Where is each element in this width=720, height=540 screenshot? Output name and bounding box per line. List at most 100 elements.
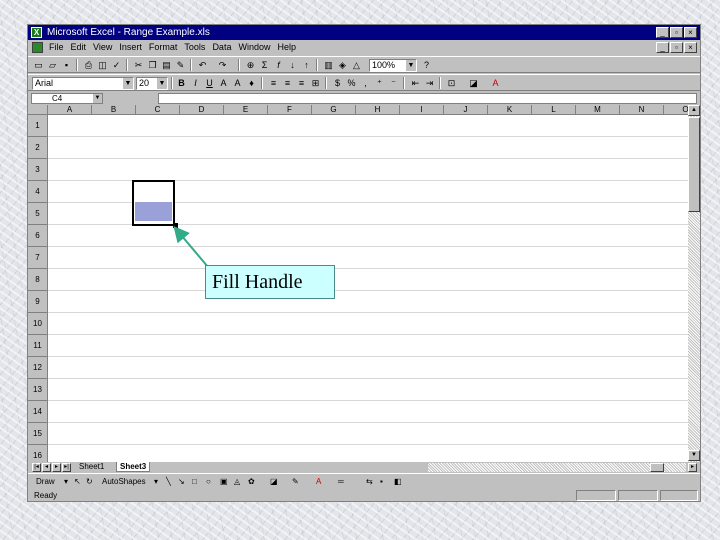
decrease-decimal-icon[interactable]: ⁻: [387, 77, 400, 89]
comma-button[interactable]: ,: [359, 77, 372, 89]
format-style-icon[interactable]: ♦: [245, 77, 258, 89]
menu-insert[interactable]: Insert: [118, 40, 143, 55]
close-button[interactable]: ×: [684, 27, 697, 38]
row-header-10[interactable]: 10: [28, 313, 48, 335]
formula-input[interactable]: [158, 93, 697, 104]
column-header-e[interactable]: E: [224, 105, 268, 115]
paste-function-icon[interactable]: f: [272, 59, 285, 71]
minimize-button[interactable]: _: [656, 27, 669, 38]
row-header-4[interactable]: 4: [28, 181, 48, 203]
row-header-9[interactable]: 9: [28, 291, 48, 313]
first-sheet-icon[interactable]: |◂: [32, 463, 41, 472]
document-icon[interactable]: [32, 42, 43, 53]
menu-file[interactable]: File: [48, 40, 65, 55]
column-header-d[interactable]: D: [180, 105, 224, 115]
align-right-icon[interactable]: ≡: [295, 77, 308, 89]
currency-button[interactable]: $: [331, 77, 344, 89]
column-header-l[interactable]: L: [532, 105, 576, 115]
rectangle-icon[interactable]: □: [192, 476, 197, 488]
drawing-icon[interactable]: △: [350, 59, 363, 71]
column-header-c[interactable]: C: [136, 105, 180, 115]
redo-icon[interactable]: ↷: [216, 59, 229, 71]
menu-data[interactable]: Data: [211, 40, 232, 55]
help-icon[interactable]: ?: [420, 59, 433, 71]
copy-icon[interactable]: ❐: [146, 59, 159, 71]
scroll-up-icon[interactable]: ▲: [688, 105, 700, 116]
shadow-icon[interactable]: ▪: [380, 476, 383, 488]
font-color-icon[interactable]: A: [316, 476, 321, 488]
align-left-icon[interactable]: ≡: [267, 77, 280, 89]
autosum-icon[interactable]: Σ: [258, 59, 271, 71]
merge-center-icon[interactable]: ⊞: [309, 77, 322, 89]
column-header-i[interactable]: I: [400, 105, 444, 115]
vertical-scroll-thumb[interactable]: [688, 117, 700, 212]
menu-help[interactable]: Help: [276, 40, 297, 55]
text-box-icon[interactable]: ▣: [220, 476, 228, 488]
column-header-n[interactable]: N: [620, 105, 664, 115]
free-rotate-icon[interactable]: ↻: [86, 476, 93, 488]
decrease-indent-icon[interactable]: ⇤: [409, 77, 422, 89]
row-header-11[interactable]: 11: [28, 335, 48, 357]
sort-ascending-icon[interactable]: ↓: [286, 59, 299, 71]
font-size-select[interactable]: 20 ▼: [136, 77, 168, 90]
horizontal-scroll-thumb[interactable]: [650, 463, 664, 472]
column-header-k[interactable]: K: [488, 105, 532, 115]
fill-handle[interactable]: [173, 223, 178, 228]
format-painter-icon[interactable]: ✎: [174, 59, 187, 71]
decrease-font-icon[interactable]: A: [231, 77, 244, 89]
wordart-icon[interactable]: ◬: [234, 476, 240, 488]
row-header-3[interactable]: 3: [28, 159, 48, 181]
row-header-6[interactable]: 6: [28, 225, 48, 247]
chevron-down-icon[interactable]: ▼: [406, 60, 416, 71]
doc-minimize-button[interactable]: _: [656, 42, 669, 53]
select-objects-icon[interactable]: ↖: [74, 476, 81, 488]
oval-icon[interactable]: ○: [206, 476, 211, 488]
dash-style-icon[interactable]: ⇆: [366, 476, 373, 488]
tab-sheet3[interactable]: Sheet3: [116, 462, 151, 472]
menu-window[interactable]: Window: [237, 40, 271, 55]
clip-art-icon[interactable]: ✿: [248, 476, 255, 488]
open-folder-icon[interactable]: ▱: [46, 59, 59, 71]
percent-button[interactable]: %: [345, 77, 358, 89]
increase-font-icon[interactable]: A: [217, 77, 230, 89]
row-header-12[interactable]: 12: [28, 357, 48, 379]
worksheet-grid[interactable]: ABCDEFGHIJKLMNO 1 2 3 4 5 6 7 8 9 10 11 12 13 14 15 16 …: [28, 105, 700, 467]
print-icon[interactable]: ⎙: [82, 59, 95, 71]
row-header-2[interactable]: 2: [28, 137, 48, 159]
row-header-8[interactable]: 8: [28, 269, 48, 291]
row-header-13[interactable]: 13: [28, 379, 48, 401]
chevron-down-icon[interactable]: ▼: [93, 94, 102, 103]
fill-color-icon[interactable]: ◪: [467, 77, 480, 89]
name-box[interactable]: C4 ▼: [31, 93, 103, 104]
zoom-select[interactable]: 100% ▼: [369, 59, 417, 72]
spelling-icon[interactable]: ✓: [110, 59, 123, 71]
menu-tools[interactable]: Tools: [183, 40, 206, 55]
column-header-g[interactable]: G: [312, 105, 356, 115]
doc-restore-button[interactable]: ▫: [670, 42, 683, 53]
column-header-m[interactable]: M: [576, 105, 620, 115]
chevron-down-icon[interactable]: ▾: [64, 476, 68, 488]
draw-menu-button[interactable]: Draw: [36, 476, 55, 488]
maximize-button[interactable]: ▫: [670, 27, 683, 38]
scroll-down-icon[interactable]: ▼: [688, 450, 700, 461]
bold-button[interactable]: B: [175, 77, 188, 89]
line-icon[interactable]: ╲: [166, 476, 171, 488]
column-header-b[interactable]: B: [92, 105, 136, 115]
font-select[interactable]: Arial ▼: [32, 77, 134, 90]
hyperlink-icon[interactable]: ⊕: [244, 59, 257, 71]
underline-button[interactable]: U: [203, 77, 216, 89]
chevron-down-icon[interactable]: ▼: [123, 78, 133, 89]
tab-sheet1[interactable]: Sheet1: [76, 462, 107, 472]
menu-format[interactable]: Format: [148, 40, 179, 55]
row-header-15[interactable]: 15: [28, 423, 48, 445]
align-center-icon[interactable]: ≡: [281, 77, 294, 89]
chevron-down-icon[interactable]: ▼: [157, 78, 167, 89]
row-header-7[interactable]: 7: [28, 247, 48, 269]
chart-wizard-icon[interactable]: ▥: [322, 59, 335, 71]
3d-icon[interactable]: ◧: [394, 476, 402, 488]
autoshapes-menu-button[interactable]: AutoShapes: [102, 476, 146, 488]
print-preview-icon[interactable]: ◫: [96, 59, 109, 71]
arrow-icon[interactable]: ↘: [178, 476, 185, 488]
menu-view[interactable]: View: [92, 40, 113, 55]
column-header-a[interactable]: A: [48, 105, 92, 115]
